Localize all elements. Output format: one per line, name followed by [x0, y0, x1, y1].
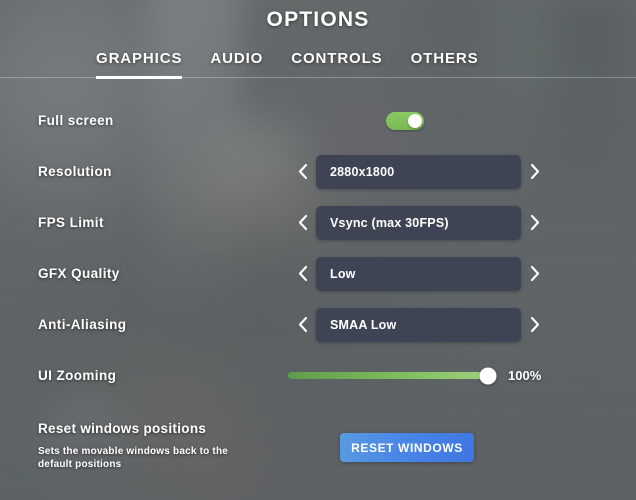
resolution-field[interactable]: 2880x1800 [316, 154, 521, 189]
fps-limit-field[interactable]: Vsync (max 30FPS) [316, 205, 521, 240]
toggle-knob [408, 113, 422, 128]
anti-aliasing-value: SMAA Low [330, 317, 397, 332]
chevron-right-icon[interactable] [521, 310, 549, 340]
resolution-stepper: 2880x1800 [288, 154, 549, 189]
full-screen-toggle[interactable] [386, 111, 424, 130]
ui-zooming-value: 100% [508, 368, 542, 383]
setting-row-full-screen: Full screen [0, 95, 636, 146]
gfx-quality-field[interactable]: Low [316, 256, 521, 291]
tab-graphics[interactable]: GRAPHICS [96, 50, 183, 79]
setting-row-fps-limit: FPS Limit Vsync (max 30FPS) [0, 197, 636, 248]
setting-row-anti-aliasing: Anti-Aliasing SMAA Low [0, 299, 636, 350]
chevron-left-icon[interactable] [288, 310, 316, 340]
setting-row-resolution: Resolution 2880x1800 [0, 146, 636, 197]
reset-windows-button[interactable]: RESET WINDOWS [340, 433, 474, 462]
setting-label-resolution: Resolution [38, 164, 112, 179]
gfx-quality-value: Low [330, 266, 356, 281]
chevron-right-icon[interactable] [521, 259, 549, 289]
fps-limit-value: Vsync (max 30FPS) [330, 215, 449, 230]
setting-label-reset-windows: Reset windows positions [38, 421, 207, 436]
options-screen: OPTIONS GRAPHICS AUDIO CONTROLS OTHERS F… [0, 0, 636, 500]
slider-track[interactable] [288, 367, 497, 384]
setting-row-gfx-quality: GFX Quality Low [0, 248, 636, 299]
fps-limit-stepper: Vsync (max 30FPS) [288, 205, 549, 240]
chevron-right-icon[interactable] [521, 208, 549, 238]
setting-label-ui-zooming: UI Zooming [38, 368, 117, 383]
tab-controls[interactable]: CONTROLS [291, 50, 382, 79]
anti-aliasing-stepper: SMAA Low [288, 307, 549, 342]
setting-row-reset-windows: Reset windows positions Sets the movable… [0, 415, 636, 485]
resolution-value: 2880x1800 [330, 164, 395, 179]
anti-aliasing-field[interactable]: SMAA Low [316, 307, 521, 342]
slider-knob[interactable] [479, 367, 497, 384]
setting-label-full-screen: Full screen [38, 113, 114, 128]
tab-others[interactable]: OTHERS [411, 50, 479, 79]
chevron-left-icon[interactable] [288, 208, 316, 238]
tab-bar: GRAPHICS AUDIO CONTROLS OTHERS [96, 50, 479, 79]
options-content: OPTIONS GRAPHICS AUDIO CONTROLS OTHERS F… [0, 0, 636, 500]
setting-description-reset-windows: Sets the movable windows back to the def… [38, 446, 229, 470]
gfx-quality-stepper: Low [288, 256, 549, 291]
setting-label-anti-aliasing: Anti-Aliasing [38, 317, 127, 332]
tab-audio[interactable]: AUDIO [210, 50, 263, 79]
page-title: OPTIONS [266, 8, 370, 31]
tab-divider [0, 77, 636, 78]
chevron-right-icon[interactable] [521, 157, 549, 187]
ui-zooming-slider: 100% [288, 367, 542, 384]
setting-label-gfx-quality: GFX Quality [38, 266, 120, 281]
setting-label-fps-limit: FPS Limit [38, 215, 104, 230]
setting-row-ui-zooming: UI Zooming 100% [0, 350, 636, 401]
chevron-left-icon[interactable] [288, 259, 316, 289]
settings-list: Full screen Resolution 2880x1800 FPS Lim… [0, 95, 636, 401]
chevron-left-icon[interactable] [288, 157, 316, 187]
